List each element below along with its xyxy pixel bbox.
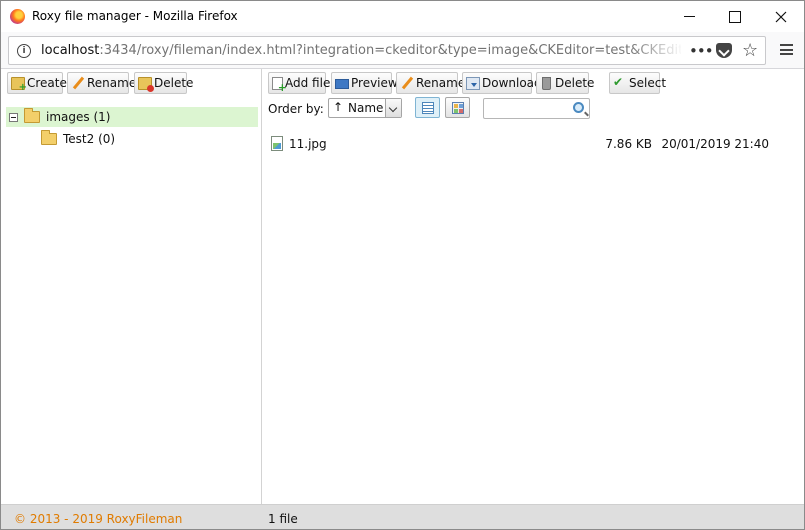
thumbnails-view-button[interactable] [445, 97, 470, 118]
sort-direction-icon[interactable]: ↑ [333, 100, 343, 114]
delete-file-button[interactable]: Delete [536, 72, 594, 94]
file-row[interactable]: 11.jpg 7.86 KB 20/01/2019 21:40 [268, 134, 798, 154]
url-path: :3434/roxy/fileman/index.html?integratio… [99, 43, 681, 58]
file-size: 7.86 KB [605, 137, 652, 151]
close-icon [775, 11, 787, 22]
order-by-select[interactable]: ↑ Name [328, 98, 402, 118]
pocket-icon[interactable] [716, 43, 732, 58]
delete-folder-label: Delete [154, 76, 194, 90]
collapse-toggle-icon[interactable] [9, 112, 18, 122]
file-count: 1 file [268, 512, 298, 526]
file-pane: Add file Preview Rename Download Delete … [263, 69, 804, 504]
search-icon[interactable] [573, 102, 584, 113]
close-window-button[interactable] [758, 1, 804, 32]
tree-item-label: images (1) [46, 110, 111, 124]
add-file-label: Add file [285, 76, 331, 90]
search-input[interactable] [483, 98, 590, 119]
add-file-button[interactable]: Add file [268, 72, 330, 94]
monitor-icon [335, 78, 349, 89]
tree-item-images[interactable]: images (1) [6, 107, 258, 127]
info-icon[interactable]: i [17, 44, 31, 58]
bookmark-star-icon[interactable]: ☆ [742, 40, 758, 61]
title-bar: Roxy file manager - Mozilla Firefox [1, 1, 804, 32]
create-folder-button[interactable]: Create [7, 72, 67, 94]
file-date: 20/01/2019 21:40 [661, 137, 769, 151]
checkmark-icon [613, 75, 627, 90]
folder-icon [41, 130, 57, 145]
download-label: Download [482, 76, 542, 90]
delete-folder-button[interactable]: Delete [134, 72, 193, 94]
file-add-icon [272, 76, 287, 94]
navigation-bar: i localhost:3434/roxy/fileman/index.html… [1, 32, 804, 69]
pencil-icon [71, 77, 85, 90]
download-icon [466, 76, 480, 90]
chevron-down-icon[interactable] [385, 99, 401, 117]
file-name: 11.jpg [289, 137, 327, 151]
browser-window: Roxy file manager - Mozilla Firefox i lo… [0, 0, 805, 530]
create-folder-label: Create [27, 76, 67, 90]
image-file-icon [271, 136, 283, 151]
list-view-icon [422, 102, 434, 114]
hamburger-menu-icon[interactable] [780, 44, 793, 55]
url-bar[interactable]: i localhost:3434/roxy/fileman/index.html… [8, 36, 766, 65]
folder-add-icon [11, 76, 27, 93]
url-text[interactable]: localhost:3434/roxy/fileman/index.html?i… [41, 43, 681, 58]
copyright-text: © 2013 - 2019 RoxyFileman [14, 512, 183, 526]
rename-file-button[interactable]: Rename [396, 72, 465, 94]
preview-label: Preview [351, 76, 398, 90]
select-button[interactable]: Select [609, 72, 666, 94]
page-actions-icon[interactable]: ••• [689, 42, 714, 60]
url-fade [629, 39, 684, 62]
rename-file-label: Rename [416, 76, 466, 90]
url-host: localhost [41, 43, 100, 58]
folder-delete-icon [138, 76, 154, 92]
status-bar: © 2013 - 2019 RoxyFileman 1 file [1, 504, 804, 529]
window-title: Roxy file manager - Mozilla Firefox [32, 9, 238, 23]
rename-folder-label: Rename [87, 76, 137, 90]
maximize-button[interactable] [712, 1, 758, 32]
trash-icon [542, 76, 551, 90]
folder-pane: Create Rename Delete images (1) Test2 (0… [1, 69, 262, 504]
select-label: Select [629, 76, 667, 90]
minimize-button[interactable] [666, 1, 712, 32]
order-by-label: Order by: [268, 102, 324, 116]
tree-item-test2[interactable]: Test2 (0) [41, 129, 241, 149]
order-by-value: Name [348, 101, 384, 115]
firefox-logo-icon [10, 9, 25, 24]
delete-file-label: Delete [555, 76, 595, 90]
folder-open-icon [24, 108, 40, 123]
rename-folder-button[interactable]: Rename [67, 72, 136, 94]
preview-button[interactable]: Preview [331, 72, 398, 94]
download-button[interactable]: Download [462, 72, 542, 94]
pencil-icon [400, 77, 414, 90]
list-view-button[interactable] [415, 97, 440, 118]
thumbnails-view-icon [452, 102, 464, 114]
tree-item-label: Test2 (0) [63, 132, 116, 146]
file-manager: Create Rename Delete images (1) Test2 (0… [1, 69, 804, 504]
